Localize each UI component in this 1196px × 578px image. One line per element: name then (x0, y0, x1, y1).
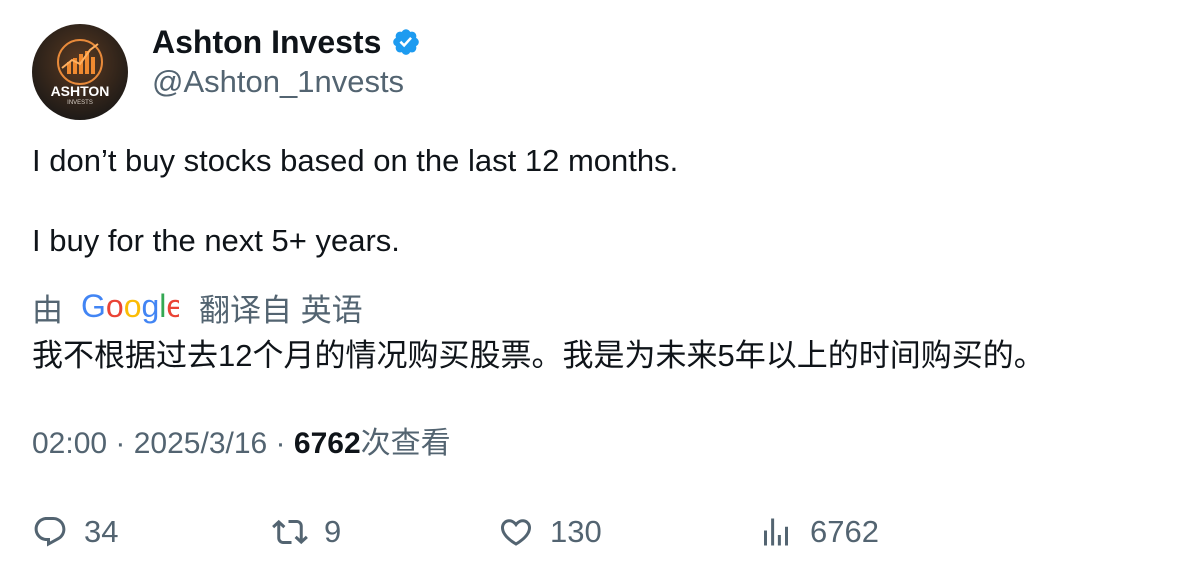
like-button[interactable]: 130 (498, 510, 602, 554)
views-button[interactable]: 6762 (758, 510, 879, 554)
verified-badge-icon[interactable] (391, 27, 421, 57)
meta-separator: · (107, 427, 134, 460)
translation-attribution: 由 Google 翻译自 英语 (32, 286, 363, 328)
tweet: ASHTON INVESTS Ashton Invests @Ashton_1n… (0, 0, 1196, 578)
like-count: 130 (550, 514, 602, 549)
name-row: Ashton Invests (152, 24, 421, 60)
tweet-text-line: I don’t buy stocks based on the last 12 … (32, 143, 679, 178)
translated-text: 我不根据过去12个月的情况购买股票。我是为未来5年以上的时间购买的。 (32, 338, 1045, 373)
avatar-logo-text: ASHTON (51, 83, 110, 99)
tweet-header: ASHTON INVESTS Ashton Invests @Ashton_1n… (32, 24, 421, 120)
avatar-logo-subtext: INVESTS (67, 100, 93, 106)
meta-separator: · (267, 427, 294, 460)
svg-text:Google: Google (81, 288, 179, 324)
tweet-meta: 02:00 · 2025/3/16 · 6762次查看 (32, 424, 451, 464)
author-handle[interactable]: @Ashton_1nvests (152, 62, 421, 102)
views-label: 次查看 (360, 427, 451, 460)
reply-button[interactable]: 34 (32, 510, 118, 554)
reply-icon (34, 517, 66, 547)
tweet-time[interactable]: 02:00 (32, 427, 107, 460)
action-bar: 34 9 130 6762 (32, 510, 1132, 554)
display-name[interactable]: Ashton Invests (152, 24, 381, 60)
tweet-text-line: I buy for the next 5+ years. (32, 223, 400, 258)
heart-icon (500, 519, 532, 546)
google-logo: Google (81, 287, 179, 327)
reply-count: 34 (84, 514, 119, 549)
author-names: Ashton Invests @Ashton_1nvests (152, 24, 421, 102)
retweet-count: 9 (324, 514, 342, 549)
translation-prefix: 由 (32, 292, 63, 328)
retweet-button[interactable]: 9 (272, 510, 341, 554)
tweet-date[interactable]: 2025/3/16 (134, 427, 267, 460)
views-count: 6762 (293, 427, 361, 460)
retweet-icon (272, 519, 308, 545)
views-action-count: 6762 (810, 514, 879, 549)
avatar[interactable]: ASHTON INVESTS (32, 24, 128, 120)
translated-from-label[interactable]: 翻译自 英语 (199, 285, 363, 330)
bar-chart-icon (764, 518, 788, 546)
